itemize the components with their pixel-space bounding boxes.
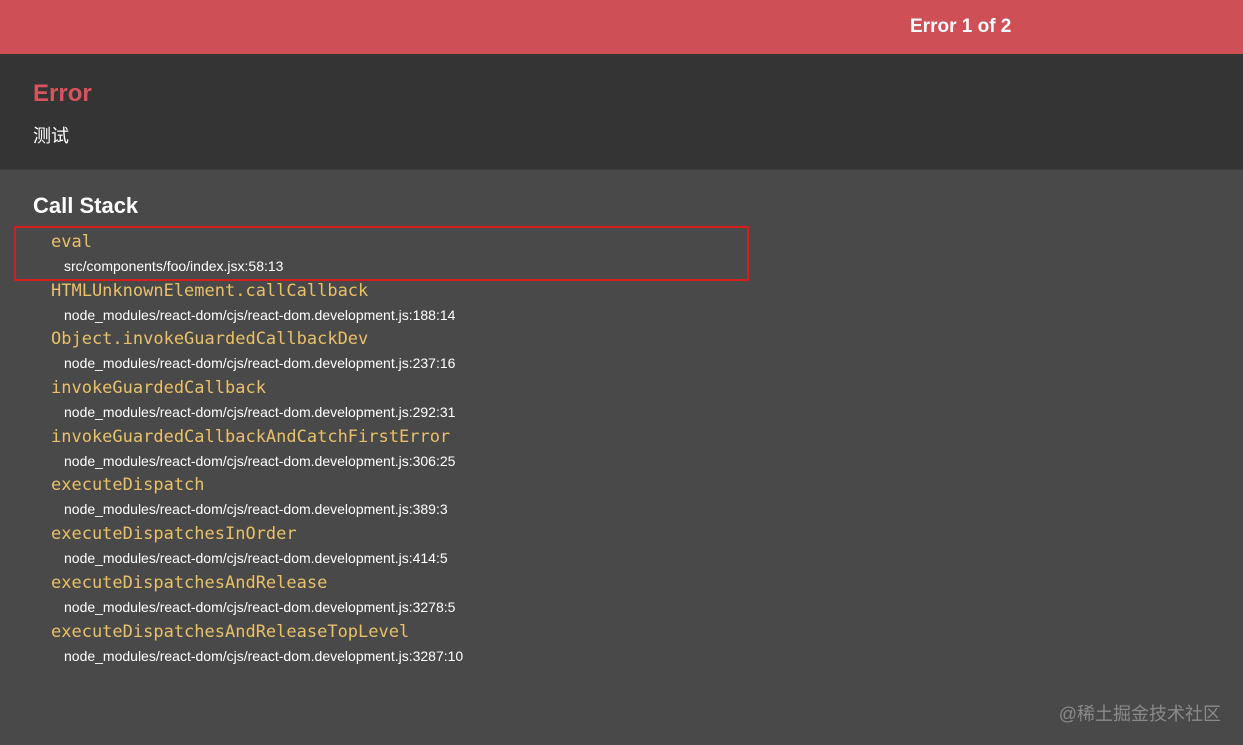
stack-frame[interactable]: Object.invokeGuardedCallbackDev node_mod… bbox=[0, 327, 1243, 376]
stack-frame-function: executeDispatchesAndRelease bbox=[51, 572, 328, 593]
stack-frame-function: invokeGuardedCallbackAndCatchFirstError bbox=[51, 426, 451, 447]
call-stack-list: eval src/components/foo/index.jsx:58:13 … bbox=[0, 230, 1243, 668]
stack-frame-location[interactable]: node_modules/react-dom/cjs/react-dom.dev… bbox=[64, 307, 455, 323]
stack-frame[interactable]: HTMLUnknownElement.callCallback node_mod… bbox=[0, 279, 1243, 328]
stack-frame-location[interactable]: node_modules/react-dom/cjs/react-dom.dev… bbox=[64, 599, 455, 615]
stack-frame-function: executeDispatch bbox=[51, 475, 205, 496]
stack-frame-location[interactable]: node_modules/react-dom/cjs/react-dom.dev… bbox=[64, 501, 448, 517]
stack-frame-function: eval bbox=[51, 232, 92, 252]
stack-frame-location[interactable]: node_modules/react-dom/cjs/react-dom.dev… bbox=[64, 453, 455, 469]
stack-frame-location[interactable]: node_modules/react-dom/cjs/react-dom.dev… bbox=[64, 404, 455, 420]
error-summary-panel: Error 测试 bbox=[0, 54, 1243, 170]
error-counter: Error 1 of 2 bbox=[910, 16, 1012, 37]
error-title: Error bbox=[33, 80, 92, 107]
error-overlay-header-bar: Error 1 of 2 bbox=[0, 0, 1243, 54]
stack-frame-location[interactable]: node_modules/react-dom/cjs/react-dom.dev… bbox=[64, 355, 455, 371]
stack-frame-function: invokeGuardedCallback bbox=[51, 378, 266, 399]
stack-frame[interactable]: executeDispatchesInOrder node_modules/re… bbox=[0, 522, 1243, 571]
stack-frame[interactable]: executeDispatchesAndRelease node_modules… bbox=[0, 571, 1243, 620]
stack-frame-function: HTMLUnknownElement.callCallback bbox=[51, 280, 369, 301]
stack-frame-location[interactable]: src/components/foo/index.jsx:58:13 bbox=[64, 258, 283, 274]
stack-frame[interactable]: eval src/components/foo/index.jsx:58:13 bbox=[0, 230, 1243, 279]
watermark: @稀土掘金技术社区 bbox=[1058, 704, 1221, 724]
stack-frame[interactable]: executeDispatch node_modules/react-dom/c… bbox=[0, 473, 1243, 522]
stack-frame-function: executeDispatchesAndReleaseTopLevel bbox=[51, 621, 410, 642]
error-message: 测试 bbox=[33, 126, 69, 146]
stack-frame-location[interactable]: node_modules/react-dom/cjs/react-dom.dev… bbox=[64, 648, 463, 664]
stack-frame-function: executeDispatchesInOrder bbox=[51, 524, 297, 545]
stack-frame-function: Object.invokeGuardedCallbackDev bbox=[51, 329, 369, 350]
stack-frame[interactable]: invokeGuardedCallbackAndCatchFirstError … bbox=[0, 425, 1243, 474]
stack-frame-location[interactable]: node_modules/react-dom/cjs/react-dom.dev… bbox=[64, 550, 448, 566]
stack-frame[interactable]: executeDispatchesAndReleaseTopLevel node… bbox=[0, 620, 1243, 669]
call-stack-heading: Call Stack bbox=[33, 193, 139, 218]
stack-frame[interactable]: invokeGuardedCallback node_modules/react… bbox=[0, 376, 1243, 425]
